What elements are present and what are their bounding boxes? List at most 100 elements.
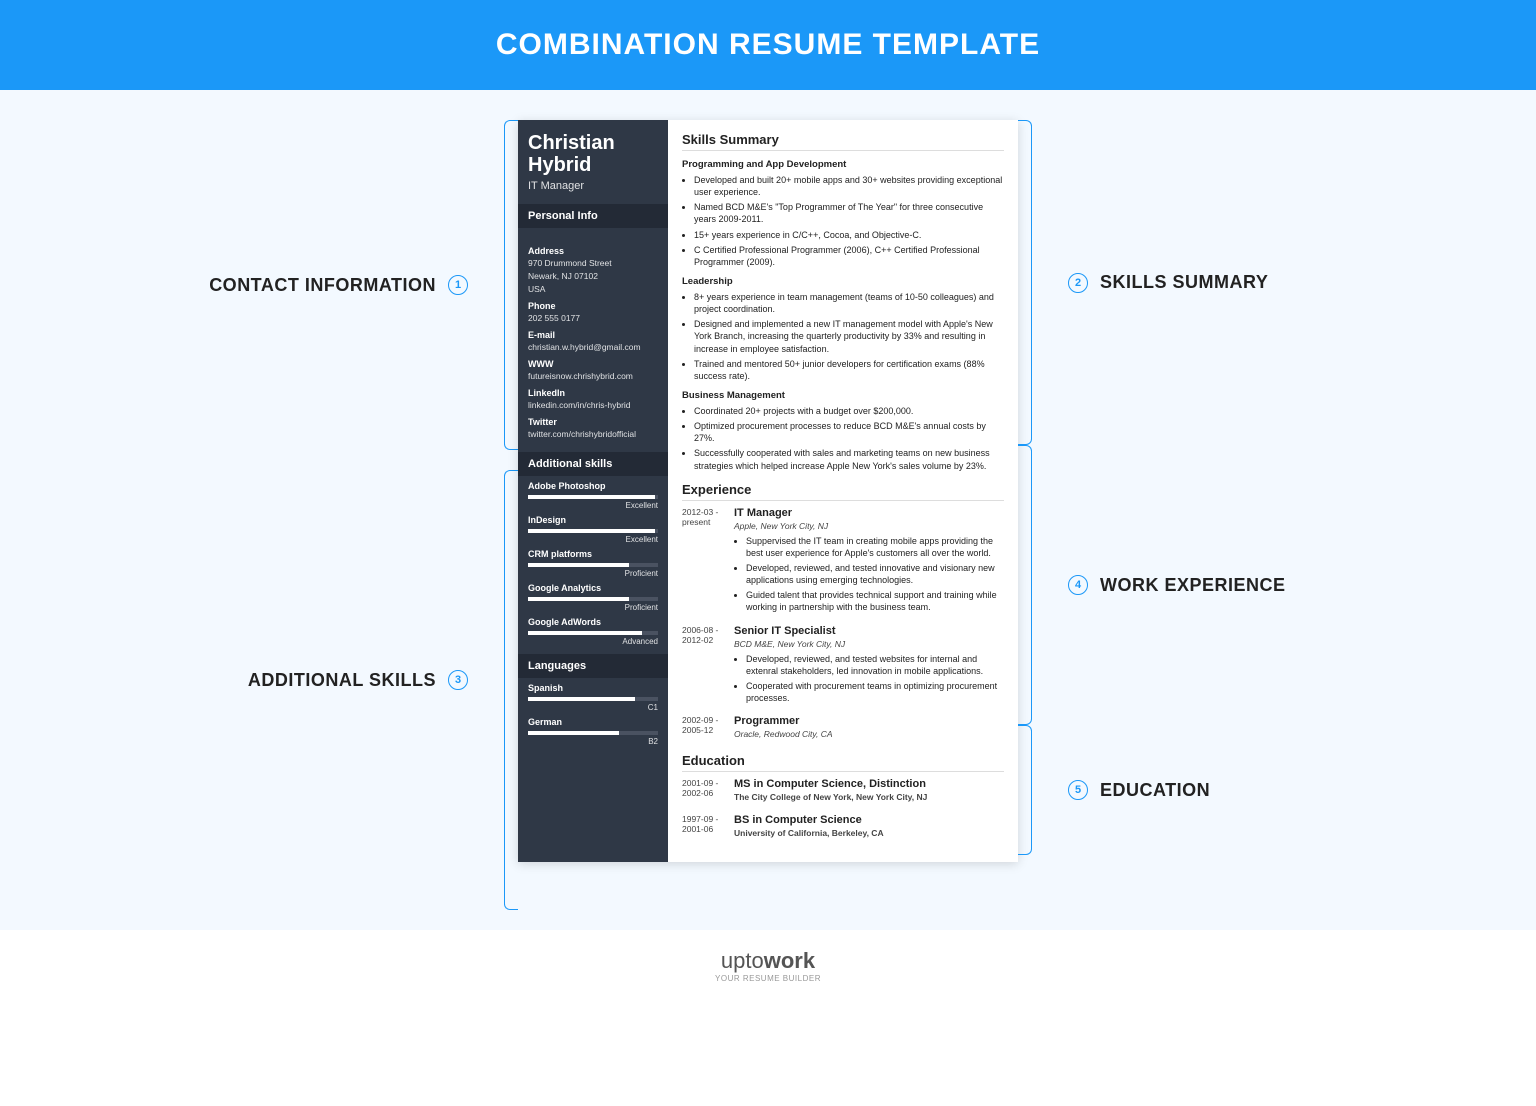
callouts-right: 2SKILLS SUMMARY 4 WORK EXPERIENCE 5 EDUCATIO…: [1048, 120, 1328, 855]
bullet-item: Developed, reviewed, and tested innovati…: [746, 562, 1004, 586]
callout-number: 4: [1068, 575, 1088, 595]
skill-name: CRM platforms: [528, 549, 658, 559]
skill-level: C1: [528, 703, 658, 712]
callout-item: ADDITIONAL SKILLS3: [208, 450, 468, 910]
callout-label: CONTACT INFORMATION: [209, 275, 436, 296]
skill-level: Proficient: [528, 603, 658, 612]
personal-info-header: Personal Info: [518, 204, 668, 228]
brackets-right: [1018, 120, 1048, 855]
bullet-item: Guided talent that provides technical su…: [746, 589, 1004, 613]
bullet-item: C Certified Professional Programmer (200…: [694, 244, 1004, 268]
info-value: linkedin.com/in/chris-hybrid: [528, 400, 658, 411]
skill-item: German B2: [518, 712, 668, 746]
callout-label: WORK EXPERIENCE: [1100, 575, 1286, 596]
callouts-left: CONTACT INFORMATION1ADDITIONAL SKILLS3: [208, 120, 488, 910]
resume-document: ChristianHybrid IT Manager Personal Info…: [518, 120, 1018, 862]
main-area: CONTACT INFORMATION1ADDITIONAL SKILLS3 C…: [0, 90, 1536, 930]
info-value: 970 Drummond Street: [528, 258, 658, 269]
skill-item: InDesign Excellent: [518, 510, 668, 544]
education-school: The City College of New York, New York C…: [734, 792, 1004, 802]
skill-name: German: [528, 717, 658, 727]
summary-bullets: 8+ years experience in team management (…: [682, 291, 1004, 382]
skill-bar: [528, 631, 658, 635]
skill-bar: [528, 529, 658, 533]
bullet-item: Developed and built 20+ mobile apps and …: [694, 174, 1004, 198]
callout-item: 5 EDUCATION: [1068, 725, 1328, 855]
bullet-item: Trained and mentored 50+ junior develope…: [694, 358, 1004, 382]
page-banner: COMBINATION RESUME TEMPLATE: [0, 0, 1536, 90]
info-label: LinkedIn: [528, 388, 658, 398]
experience-title: Senior IT Specialist: [734, 625, 1004, 637]
footer-logo: uptowork: [0, 948, 1536, 974]
languages-header: Languages: [518, 654, 668, 678]
bullet-item: Designed and implemented a new IT manage…: [694, 318, 1004, 354]
callout-item: CONTACT INFORMATION1: [208, 120, 468, 450]
skill-name: Google Analytics: [528, 583, 658, 593]
skill-bar: [528, 697, 658, 701]
bullet-item: 15+ years experience in C/C++, Cocoa, an…: [694, 229, 1004, 241]
skill-bar: [528, 495, 658, 499]
candidate-title: IT Manager: [528, 180, 658, 192]
education-item: 1997-09 - 2001-06 BS in Computer Science…: [682, 814, 1004, 842]
experience-title: Programmer: [734, 715, 1004, 727]
skill-name: InDesign: [528, 515, 658, 525]
experience-dates: 2012-03 - present: [682, 507, 724, 617]
skill-level: B2: [528, 737, 658, 746]
bullet-item: Named BCD M&E's "Top Programmer of The Y…: [694, 201, 1004, 225]
skill-level: Excellent: [528, 535, 658, 544]
summary-bullets: Coordinated 20+ projects with a budget o…: [682, 405, 1004, 472]
callout-label: EDUCATION: [1100, 780, 1210, 801]
info-label: Phone: [528, 301, 658, 311]
skill-item: CRM platforms Proficient: [518, 544, 668, 578]
info-label: Address: [528, 246, 658, 256]
info-value: futureisnow.chrishybrid.com: [528, 371, 658, 382]
resume-sidebar: ChristianHybrid IT Manager Personal Info…: [518, 120, 668, 862]
callout-number: 5: [1068, 780, 1088, 800]
footer-tagline: YOUR RESUME BUILDER: [0, 974, 1536, 983]
experience-bullets: Suppervised the IT team in creating mobi…: [734, 535, 1004, 614]
info-value: Newark, NJ 07102: [528, 271, 658, 282]
info-value: USA: [528, 284, 658, 295]
callout-number: 2: [1068, 273, 1088, 293]
experience-heading: Experience: [682, 482, 1004, 501]
education-degree: MS in Computer Science, Distinction: [734, 778, 1004, 790]
skill-bar: [528, 731, 658, 735]
callout-number: 3: [448, 670, 468, 690]
bullet-item: Developed, reviewed, and tested websites…: [746, 653, 1004, 677]
bullet-item: Optimized procurement processes to reduc…: [694, 420, 1004, 444]
skill-name: Google AdWords: [528, 617, 658, 627]
summary-subheading: Business Management: [682, 390, 1004, 401]
summary-bullets: Developed and built 20+ mobile apps and …: [682, 174, 1004, 268]
experience-item: 2012-03 - present IT Manager Apple, New …: [682, 507, 1004, 617]
info-label: Twitter: [528, 417, 658, 427]
skill-item: Google AdWords Advanced: [518, 612, 668, 646]
experience-company: BCD M&E, New York City, NJ: [734, 639, 1004, 649]
bullet-item: Coordinated 20+ projects with a budget o…: [694, 405, 1004, 417]
experience-dates: 2006-08 - 2012-02: [682, 625, 724, 708]
resume-content: Skills Summary Programming and App Devel…: [668, 120, 1018, 862]
skills-summary-heading: Skills Summary: [682, 132, 1004, 151]
candidate-name: ChristianHybrid: [528, 132, 658, 176]
skill-item: Adobe Photoshop Excellent: [518, 476, 668, 510]
bullet-item: Suppervised the IT team in creating mobi…: [746, 535, 1004, 559]
bullet-item: 8+ years experience in team management (…: [694, 291, 1004, 315]
footer: uptowork YOUR RESUME BUILDER: [0, 930, 1536, 1001]
education-dates: 2001-09 - 2002-06: [682, 778, 724, 806]
additional-skills-header: Additional skills: [518, 452, 668, 476]
callout-item: 4 WORK EXPERIENCE: [1068, 445, 1328, 725]
education-heading: Education: [682, 753, 1004, 772]
bullet-item: Successfully cooperated with sales and m…: [694, 447, 1004, 471]
skill-name: Adobe Photoshop: [528, 481, 658, 491]
education-degree: BS in Computer Science: [734, 814, 1004, 826]
skill-level: Proficient: [528, 569, 658, 578]
experience-item: 2002-09 - 2005-12 Programmer Oracle, Red…: [682, 715, 1004, 743]
skill-level: Excellent: [528, 501, 658, 510]
callout-item: 2SKILLS SUMMARY: [1068, 120, 1328, 445]
experience-company: Oracle, Redwood City, CA: [734, 729, 1004, 739]
skill-level: Advanced: [528, 637, 658, 646]
skill-item: Google Analytics Proficient: [518, 578, 668, 612]
experience-title: IT Manager: [734, 507, 1004, 519]
skill-bar: [528, 563, 658, 567]
info-label: E-mail: [528, 330, 658, 340]
experience-bullets: Developed, reviewed, and tested websites…: [734, 653, 1004, 705]
